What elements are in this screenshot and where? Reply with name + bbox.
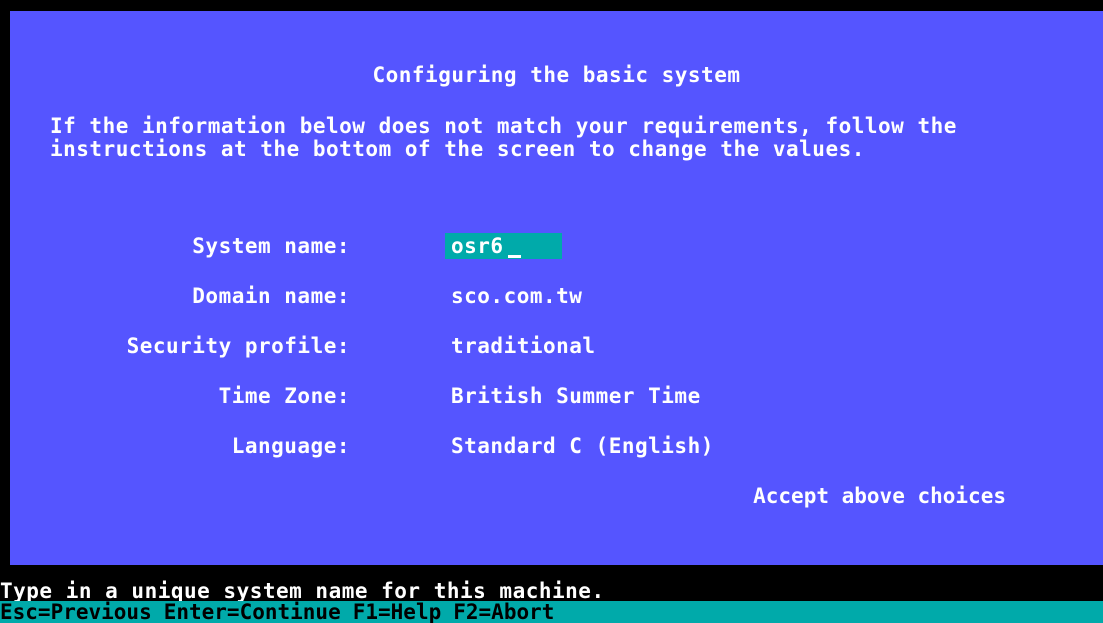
accept-choices-button[interactable]: Accept above choices <box>753 485 1006 507</box>
security-profile-value[interactable]: traditional <box>451 335 596 357</box>
screen-title: Configuring the basic system <box>372 63 741 87</box>
text-cursor <box>508 255 521 258</box>
system-name-label: System name: <box>192 234 350 258</box>
key-f2-abort[interactable]: F2=Abort <box>453 601 554 623</box>
installer-screen: Configuring the basic system If the info… <box>0 0 1103 623</box>
function-key-bar: Esc=Previous Enter=Continue F1=Help F2=Abor… <box>0 601 1103 623</box>
time-zone-value[interactable]: British Summer Time <box>451 385 701 407</box>
key-esc-previous[interactable]: Esc=Previous <box>0 601 152 623</box>
language-value[interactable]: Standard C (English) <box>451 435 714 457</box>
intro-text-line-1: If the information below does not match … <box>50 114 957 138</box>
system-name-input[interactable] <box>445 233 562 259</box>
domain-name-label: Domain name: <box>192 284 350 308</box>
domain-name-value[interactable]: sco.com.tw <box>451 285 582 307</box>
language-label: Language: <box>231 434 350 458</box>
key-f1-help[interactable]: F1=Help <box>353 601 442 623</box>
time-zone-label: Time Zone: <box>218 384 350 408</box>
key-enter-continue[interactable]: Enter=Continue <box>164 601 341 623</box>
config-panel: Configuring the basic system If the info… <box>10 11 1103 565</box>
intro-text-line-2: instructions at the bottom of the screen… <box>50 137 865 161</box>
security-profile-label: Security profile: <box>126 334 350 358</box>
status-message: Type in a unique system name for this ma… <box>0 579 605 603</box>
